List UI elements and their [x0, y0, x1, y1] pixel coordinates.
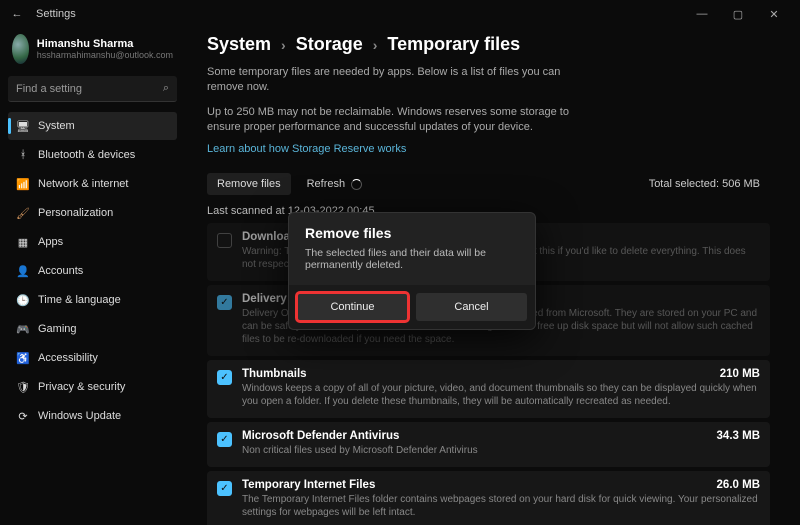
item-size: 210 MB — [720, 368, 760, 380]
nav-label: Gaming — [38, 323, 77, 335]
nav-list: 🖥 System ᚼ Bluetooth & devices 📶 Network & in… — [8, 112, 177, 430]
nav-label: Apps — [38, 236, 63, 248]
breadcrumb-temp-files: Temporary files — [387, 34, 520, 55]
sidebar-item-bluetooth-devices[interactable]: ᚼ Bluetooth & devices — [8, 141, 177, 169]
nav-label: Privacy & security — [38, 381, 125, 393]
sidebar-item-time-language[interactable]: 🕒 Time & language — [8, 286, 177, 314]
nav-icon: 🛡 — [16, 380, 30, 394]
item-title: Thumbnails — [242, 368, 307, 380]
sidebar-item-accessibility[interactable]: ♿ Accessibility — [8, 344, 177, 372]
continue-button[interactable]: Continue — [297, 293, 408, 321]
chevron-right-icon: › — [281, 37, 286, 53]
nav-icon: 🎮 — [16, 322, 30, 336]
item-description: Non critical files used by Microsoft Def… — [242, 444, 760, 457]
nav-label: Personalization — [38, 207, 113, 219]
sidebar-item-network-internet[interactable]: 📶 Network & internet — [8, 170, 177, 198]
file-category-item: ✓ Temporary Internet Files 26.0 MB The Temp… — [207, 471, 770, 525]
nav-icon: ᚼ — [16, 148, 30, 162]
window-title: Settings — [36, 8, 76, 20]
avatar — [12, 34, 29, 64]
sidebar-item-windows-update[interactable]: ⟳ Windows Update — [8, 402, 177, 430]
file-category-item: ✓ Microsoft Defender Antivirus 34.3 MB Non … — [207, 422, 770, 467]
checkbox[interactable]: ✓ — [217, 481, 232, 496]
search-placeholder: Find a setting — [16, 83, 82, 95]
action-bar: Remove files Refresh Total selected: 506… — [207, 173, 770, 195]
item-size: 34.3 MB — [717, 430, 760, 442]
nav-label: Accounts — [38, 265, 83, 277]
account-card[interactable]: Himanshu Sharma hssharmahimanshu@outlook… — [8, 32, 177, 72]
item-title: Temporary Internet Files — [242, 479, 375, 491]
spinner-icon — [351, 179, 362, 190]
sidebar: Himanshu Sharma hssharmahimanshu@outlook… — [0, 28, 185, 525]
nav-icon: 🖌 — [16, 206, 30, 220]
checkbox[interactable]: ✓ — [217, 432, 232, 447]
nav-icon: 📶 — [16, 177, 30, 191]
dialog-title: Remove files — [289, 213, 535, 245]
titlebar: ← Settings ― ▢ ✕ — [0, 0, 800, 28]
account-email: hssharmahimanshu@outlook.com — [37, 50, 173, 60]
nav-label: Accessibility — [38, 352, 98, 364]
sidebar-item-accounts[interactable]: 👤 Accounts — [8, 257, 177, 285]
sidebar-item-personalization[interactable]: 🖌 Personalization — [8, 199, 177, 227]
search-icon: ⌕ — [163, 82, 169, 95]
checkbox[interactable]: ✓ — [217, 370, 232, 385]
item-description: Windows keeps a copy of all of your pict… — [242, 382, 760, 408]
minimize-button[interactable]: ― — [684, 0, 720, 28]
nav-label: Network & internet — [38, 178, 128, 190]
checkbox[interactable] — [217, 233, 232, 248]
nav-label: System — [38, 120, 75, 132]
sidebar-item-apps[interactable]: ▦ Apps — [8, 228, 177, 256]
sidebar-item-privacy-security[interactable]: 🛡 Privacy & security — [8, 373, 177, 401]
nav-icon: ▦ — [16, 235, 30, 249]
item-title: Microsoft Defender Antivirus — [242, 430, 399, 442]
remove-files-dialog: Remove files The selected files and thei… — [288, 212, 536, 330]
checkbox[interactable]: ✓ — [217, 295, 232, 310]
nav-icon: 🖥 — [16, 119, 30, 133]
storage-reserve-link[interactable]: Learn about how Storage Reserve works — [207, 143, 406, 155]
search-input[interactable]: Find a setting ⌕ — [8, 76, 177, 102]
nav-icon: ⟳ — [16, 409, 30, 423]
nav-icon: 🕒 — [16, 293, 30, 307]
dialog-body: The selected files and their data will b… — [289, 245, 535, 285]
nav-label: Time & language — [38, 294, 121, 306]
chevron-right-icon: › — [373, 37, 378, 53]
intro-text-1: Some temporary files are needed by apps.… — [207, 65, 587, 95]
breadcrumb: System › Storage › Temporary files — [207, 34, 770, 55]
maximize-button[interactable]: ▢ — [720, 0, 756, 28]
remove-files-button[interactable]: Remove files — [207, 173, 291, 195]
total-selected: Total selected: 506 MB — [649, 178, 770, 190]
refresh-button[interactable]: Refresh — [299, 173, 371, 195]
close-button[interactable]: ✕ — [756, 0, 792, 28]
nav-icon: ♿ — [16, 351, 30, 365]
file-category-item: ✓ Thumbnails 210 MB Windows keeps a copy of… — [207, 360, 770, 418]
intro-text-2: Up to 250 MB may not be reclaimable. Win… — [207, 105, 587, 135]
nav-label: Bluetooth & devices — [38, 149, 135, 161]
item-size: 26.0 MB — [717, 479, 760, 491]
nav-label: Windows Update — [38, 410, 121, 422]
breadcrumb-storage[interactable]: Storage — [296, 34, 363, 55]
item-description: The Temporary Internet Files folder cont… — [242, 493, 760, 519]
sidebar-item-system[interactable]: 🖥 System — [8, 112, 177, 140]
nav-icon: 👤 — [16, 264, 30, 278]
cancel-button[interactable]: Cancel — [416, 293, 527, 321]
sidebar-item-gaming[interactable]: 🎮 Gaming — [8, 315, 177, 343]
refresh-label: Refresh — [307, 178, 346, 190]
back-button[interactable]: ← — [8, 8, 26, 20]
account-name: Himanshu Sharma — [37, 38, 173, 50]
breadcrumb-system[interactable]: System — [207, 34, 271, 55]
